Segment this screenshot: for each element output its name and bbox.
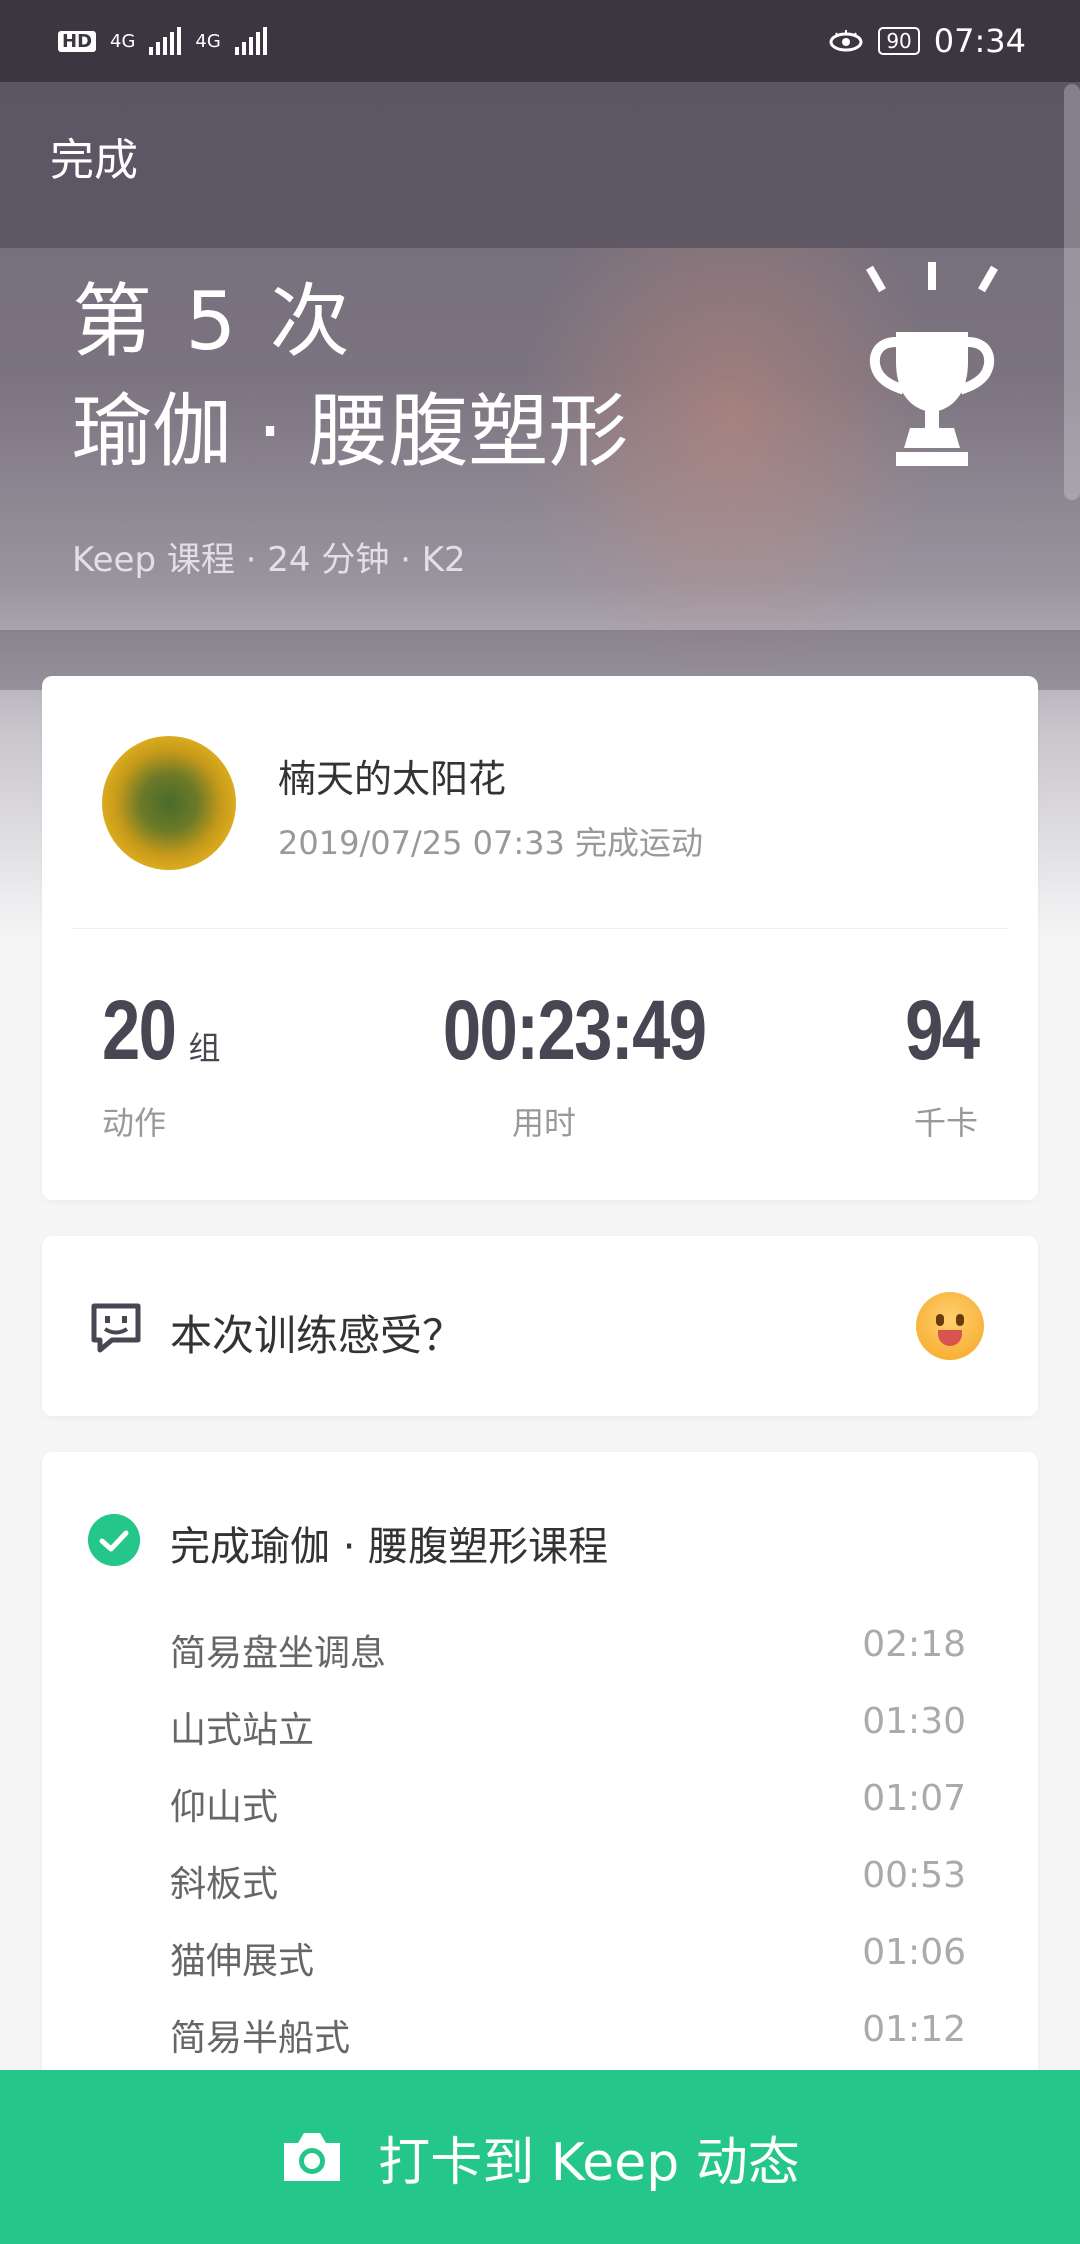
divider	[72, 928, 1008, 929]
network-label-2: 4G	[195, 30, 221, 52]
checkin-label: 打卡到 Keep 动态	[378, 2132, 800, 2193]
exercise-time: 01:30	[862, 1701, 966, 1742]
exercise-name: 猫伸展式	[170, 1941, 315, 1982]
duration-value: 00:23:49	[442, 983, 707, 1077]
exercise-name: 简易盘坐调息	[170, 1633, 387, 1674]
course-title: 瑜伽 · 腰腹塑形	[72, 385, 629, 478]
actions-value: 20	[102, 983, 177, 1077]
user-name[interactable]: 楠天的太阳花	[278, 748, 506, 803]
exercise-time: 01:06	[862, 1932, 966, 1973]
top-bar: 完成	[0, 82, 1080, 248]
profile-card: 楠天的太阳花 2019/07/25 07:33 完成运动 20 组 动作 00:…	[42, 676, 1038, 1200]
exercise-row[interactable]: 斜板式 00:53	[170, 1855, 966, 1932]
hero-text: 第 5 次 瑜伽 · 腰腹塑形 Keep 课程 · 24 分钟 · K2	[72, 272, 628, 581]
calories-value: 94	[904, 983, 980, 1077]
network-label-1: 4G	[110, 30, 136, 52]
feeling-prompt: 本次训练感受？	[170, 1311, 465, 1360]
status-bar: HD 4G 4G 90 07:34	[0, 0, 1080, 82]
status-right: 90 07:34	[828, 22, 1026, 60]
smile-emoji-icon[interactable]	[916, 1292, 984, 1360]
course-complete-title: 完成瑜伽 · 腰腹塑形课程	[170, 1524, 609, 1570]
exercise-row[interactable]: 山式站立 01:30	[170, 1701, 966, 1778]
signal-icon-2	[234, 27, 267, 55]
session-count: 第 5 次	[72, 275, 354, 368]
emoji-eye-right	[956, 1314, 964, 1326]
completed-time: 2019/07/25 07:33 完成运动	[278, 824, 704, 862]
clock: 07:34	[933, 22, 1026, 60]
check-icon	[88, 1514, 140, 1566]
emoji-eye-left	[936, 1314, 944, 1326]
feedback-icon	[91, 1303, 141, 1353]
exercise-time: 01:07	[862, 1778, 966, 1819]
calories-label: 千卡	[913, 1104, 978, 1142]
eye-comfort-icon	[829, 30, 863, 52]
exercise-row[interactable]: 猫伸展式 01:06	[170, 1932, 966, 2009]
camera-icon	[284, 2133, 341, 2181]
battery-icon: 90	[878, 27, 920, 55]
emoji-mouth	[938, 1330, 962, 1346]
avatar[interactable]	[102, 736, 236, 870]
feeling-card[interactable]: 本次训练感受？	[42, 1236, 1038, 1416]
trophy-icon	[866, 262, 998, 466]
status-left: HD 4G 4G	[58, 27, 267, 55]
exercise-row[interactable]: 仰山式 01:07	[170, 1778, 966, 1855]
exercise-name: 山式站立	[170, 1710, 315, 1751]
stat-calories: 94 千卡	[889, 983, 980, 1144]
done-button[interactable]: 完成	[50, 124, 138, 188]
stat-actions: 20 组 动作	[102, 988, 221, 1144]
signal-icon	[149, 27, 182, 55]
duration-label: 用时	[511, 1104, 576, 1142]
exercise-time: 02:18	[862, 1624, 966, 1665]
exercise-list: 简易盘坐调息 02:18 山式站立 01:30 仰山式 01:07 斜板式 00…	[170, 1624, 966, 2086]
exercise-time: 00:53	[862, 1855, 966, 1896]
scrollbar[interactable]	[1064, 84, 1080, 500]
stat-duration: 00:23:49 用时	[414, 988, 707, 1144]
actions-label: 动作	[102, 1104, 167, 1142]
exercise-name: 斜板式	[170, 1864, 279, 1905]
exercise-name: 仰山式	[170, 1787, 279, 1828]
actions-unit: 组	[188, 1029, 221, 1067]
checkin-button[interactable]: 打卡到 Keep 动态	[0, 2070, 1080, 2244]
course-meta: Keep 课程 · 24 分钟 · K2	[72, 540, 466, 580]
hd-indicator: HD	[58, 30, 97, 52]
exercise-row[interactable]: 简易盘坐调息 02:18	[170, 1624, 966, 1701]
